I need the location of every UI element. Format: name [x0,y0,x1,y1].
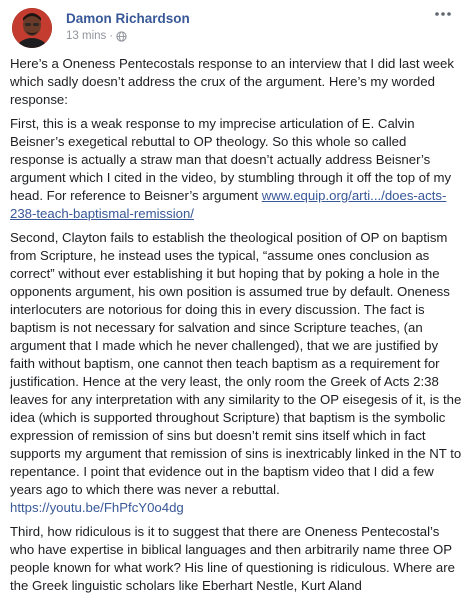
post-paragraph-third: Third, how ridiculous is it to suggest t… [10,524,455,593]
author-avatar[interactable] [12,8,52,48]
avatar-image [12,8,52,48]
meta-separator: · [109,30,114,42]
facebook-post: Damon Richardson 13 mins · Here’s a Onen… [0,0,467,600]
post-paragraph-second: Second, Clayton fails to establish the t… [10,229,462,517]
globe-icon[interactable] [116,30,127,42]
author-name[interactable]: Damon Richardson [66,11,190,26]
youtube-link[interactable]: https://youtu.be/FhPfcY0o4dg [10,500,184,515]
more-options-icon[interactable] [430,6,456,24]
post-timestamp[interactable]: 13 mins [66,30,106,42]
post-body: Here’s a Oneness Pentecostals response t… [10,55,462,600]
post-paragraph-first: First, this is a weak response to my imp… [10,115,462,223]
post-meta: 13 mins · [66,30,127,42]
post-header: Damon Richardson 13 mins · [10,6,460,48]
second-text: Second, Clayton fails to establish the t… [10,230,462,497]
post-paragraph-intro: Here’s a Oneness Pentecostals response t… [10,56,454,107]
